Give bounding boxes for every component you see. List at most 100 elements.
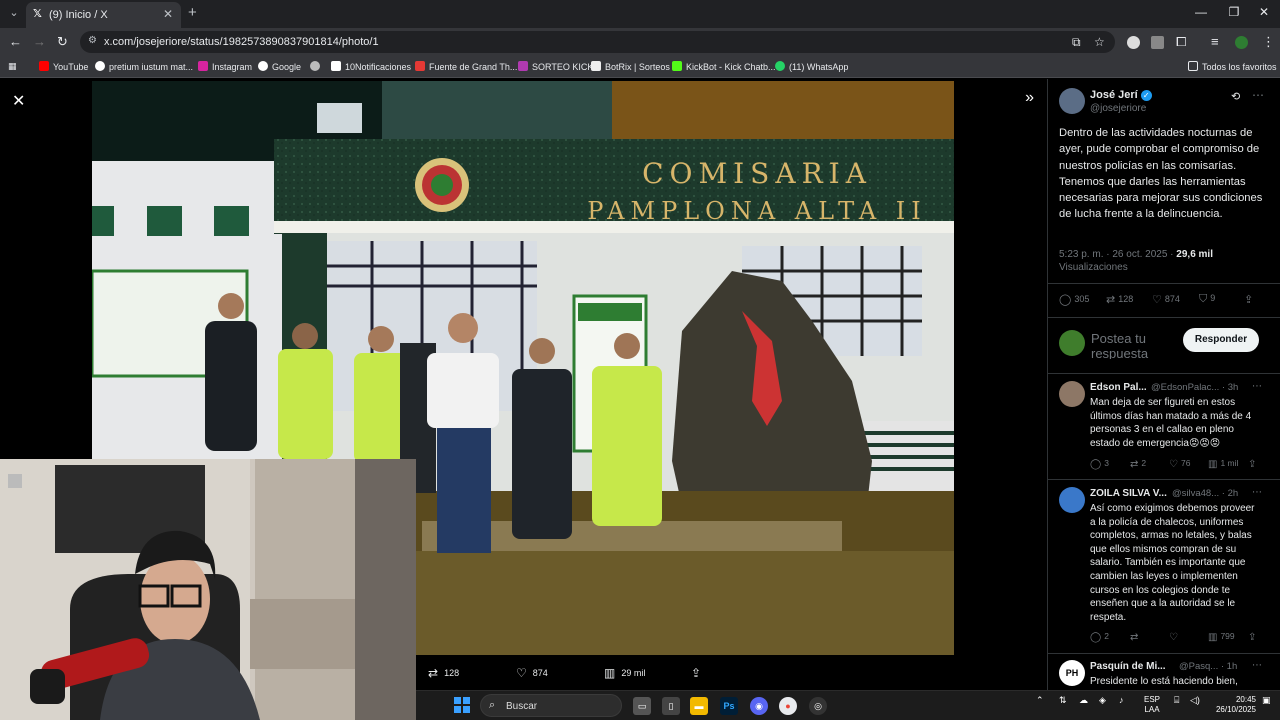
reload-icon[interactable]: ↻ [57,34,68,50]
author-handle[interactable]: @josejeriore [1090,103,1146,114]
share-button[interactable]: ⇪ [1244,293,1256,306]
extension-icon[interactable] [1151,36,1164,49]
task-view-icon[interactable]: ▭ [633,697,651,715]
windows-start-icon[interactable] [454,697,470,713]
bookmark-star-icon[interactable]: ☆ [1094,35,1105,49]
photo-share-button[interactable]: ⇪ [691,666,707,680]
comment-like-button[interactable]: ♡ [1169,631,1181,643]
bookmark-pretium[interactable]: pretium iustum mat... [95,61,193,72]
bookmark-youtube[interactable]: YouTube [39,61,88,72]
bookmark-globe[interactable] [310,61,324,72]
tab-close-icon[interactable]: ✕ [163,7,173,21]
comment-retweet-button[interactable]: ⇄ 2 [1130,458,1146,470]
close-viewer-icon[interactable]: ✕ [12,91,25,111]
comment-share-button[interactable]: ⇪ [1248,458,1259,470]
bookmark-kickbot[interactable]: KickBot - Kick Chatb... [672,61,776,72]
author-name[interactable]: José Jerí ✓ [1090,89,1152,101]
install-icon[interactable]: ⧉ [1072,35,1081,50]
extension-icon[interactable] [1127,36,1140,49]
obs-icon[interactable]: ◎ [809,697,827,715]
comment-author-name[interactable]: ZOILA SILVA V... [1090,488,1167,499]
apps-grid-icon[interactable]: ▦ [8,61,17,72]
new-tab-icon[interactable]: + [188,4,197,21]
back-icon[interactable]: ← [9,34,22,49]
address-bar[interactable]: ⚙ x.com/josejeriore/status/1982573890837… [80,31,1115,53]
photo-like-button[interactable]: ♡ 874 [516,666,548,680]
comment-share-button[interactable]: ⇪ [1248,631,1259,643]
bookmark-whatsapp[interactable]: (11) WhatsApp [775,61,848,72]
system-clock[interactable]: 20:45 26/10/2025 [1206,695,1256,715]
discord-icon[interactable]: ◉ [750,697,768,715]
notification-bell-icon[interactable]: ▣ [1262,695,1271,706]
window-close-icon[interactable]: ✕ [1249,5,1279,19]
reply-input[interactable]: Postea tu respuesta [1091,331,1181,359]
verified-badge-icon: ✓ [1140,90,1152,101]
tray-app-icon[interactable]: ◈ [1099,695,1106,706]
all-favorites-folder[interactable]: Todos los favoritos [1188,61,1277,72]
comment-like-button[interactable]: ♡ 76 [1169,458,1190,470]
comment-more-icon[interactable]: ⋯ [1252,660,1262,671]
bookmark-site-icon [591,61,601,71]
menu-kebab-icon[interactable]: ⋮ [1262,34,1275,50]
like-button[interactable]: ♡ 874 [1152,293,1180,306]
reply-button[interactable]: ◯ 305 [1059,293,1089,306]
input-language[interactable]: ESP LAA [1144,695,1160,715]
share-icon: ⇪ [1248,632,1257,643]
reply-submit-button[interactable]: Responder [1183,328,1259,352]
extensions-puzzle-icon[interactable]: ⧠ [1176,34,1186,50]
bookmark-10notificaciones[interactable]: 10Notificaciones [331,61,411,72]
photo-views-button[interactable]: ▥ 29 mil [604,666,645,680]
comment-retweet-button[interactable]: ⇄ [1130,631,1141,643]
comment-avatar[interactable]: PH [1059,660,1085,686]
bookmark-sorteo-kick[interactable]: SORTEO KICK [518,61,593,72]
site-info-icon[interactable]: ⚙ [88,35,97,46]
comment-handle[interactable]: @Pasq... · 1h [1179,661,1237,672]
comment-handle[interactable]: @silva48... · 2h [1172,488,1238,499]
comment-author-name[interactable]: Edson Pal... [1090,382,1147,393]
tab-search-icon[interactable]: ⌄ [6,5,22,21]
comment-handle[interactable]: @EdsonPalac... · 3h [1151,382,1238,393]
photo-retweet-button[interactable]: ⇄ 128 [428,666,459,680]
tray-chevron-icon[interactable]: ⌃ [1036,695,1044,706]
comment-avatar[interactable] [1059,487,1085,513]
bookmark-botrix[interactable]: BotRix | Sorteos [591,61,670,72]
comment-avatar[interactable] [1059,381,1085,407]
tray-app-icon[interactable]: ⇅ [1059,695,1067,706]
expand-sidebar-icon[interactable]: » [1025,89,1034,107]
bookmark-google[interactable]: Google [258,61,301,72]
cloud-icon[interactable]: ☁ [1079,695,1088,706]
volume-icon[interactable]: ◁) [1190,695,1200,706]
comment-reply-button[interactable]: ◯ 3 [1090,458,1109,470]
author-avatar[interactable] [1059,88,1085,114]
instagram-icon [198,61,208,71]
forward-icon[interactable]: → [33,34,46,49]
grok-icon[interactable]: ⟲ [1231,90,1240,103]
divider [1048,653,1280,654]
post-more-icon[interactable]: ⋯ [1252,88,1264,102]
globe-icon [310,61,320,71]
profile-avatar[interactable] [1235,36,1248,49]
comment-more-icon[interactable]: ⋯ [1252,487,1262,498]
comment-more-icon[interactable]: ⋯ [1252,381,1262,392]
bookmark-button[interactable]: ⛉ 9 [1199,293,1215,306]
microphone-icon[interactable]: ♪ [1119,695,1124,705]
photoshop-icon[interactable]: Ps [720,697,738,715]
app-icon[interactable]: ▯ [662,697,680,715]
bookmark-instagram[interactable]: Instagram [198,61,252,72]
chrome-icon[interactable]: ● [779,697,797,715]
comment-reply-button[interactable]: ◯ 2 [1090,631,1109,643]
comment-author-name[interactable]: Pasquín de Mi... [1090,661,1166,672]
network-icon[interactable]: ⌸ [1174,695,1179,706]
minimize-icon[interactable]: — [1186,5,1216,19]
file-explorer-icon[interactable]: ▬ [690,697,708,715]
post-timestamp[interactable]: 5:23 p. m. · 26 oct. 2025 · [1059,249,1176,260]
taskbar-search-box[interactable]: ⌕ Buscar [480,694,622,717]
bookmark-grand-theft[interactable]: Fuente de Grand Th... [415,61,517,72]
restore-icon[interactable]: ❐ [1219,5,1249,19]
comment-views-button[interactable]: ▥ 1 mil [1208,458,1238,470]
reading-list-icon[interactable]: ≡ [1211,34,1219,49]
browser-tab[interactable]: 𝕏 (9) Inicio / X ✕ [26,2,181,28]
comment-text: Así como exigimos debemos proveer a la p… [1090,503,1255,623]
retweet-button[interactable]: ⇄ 128 [1106,293,1133,306]
comment-views-button[interactable]: ▥ 799 [1208,631,1235,643]
